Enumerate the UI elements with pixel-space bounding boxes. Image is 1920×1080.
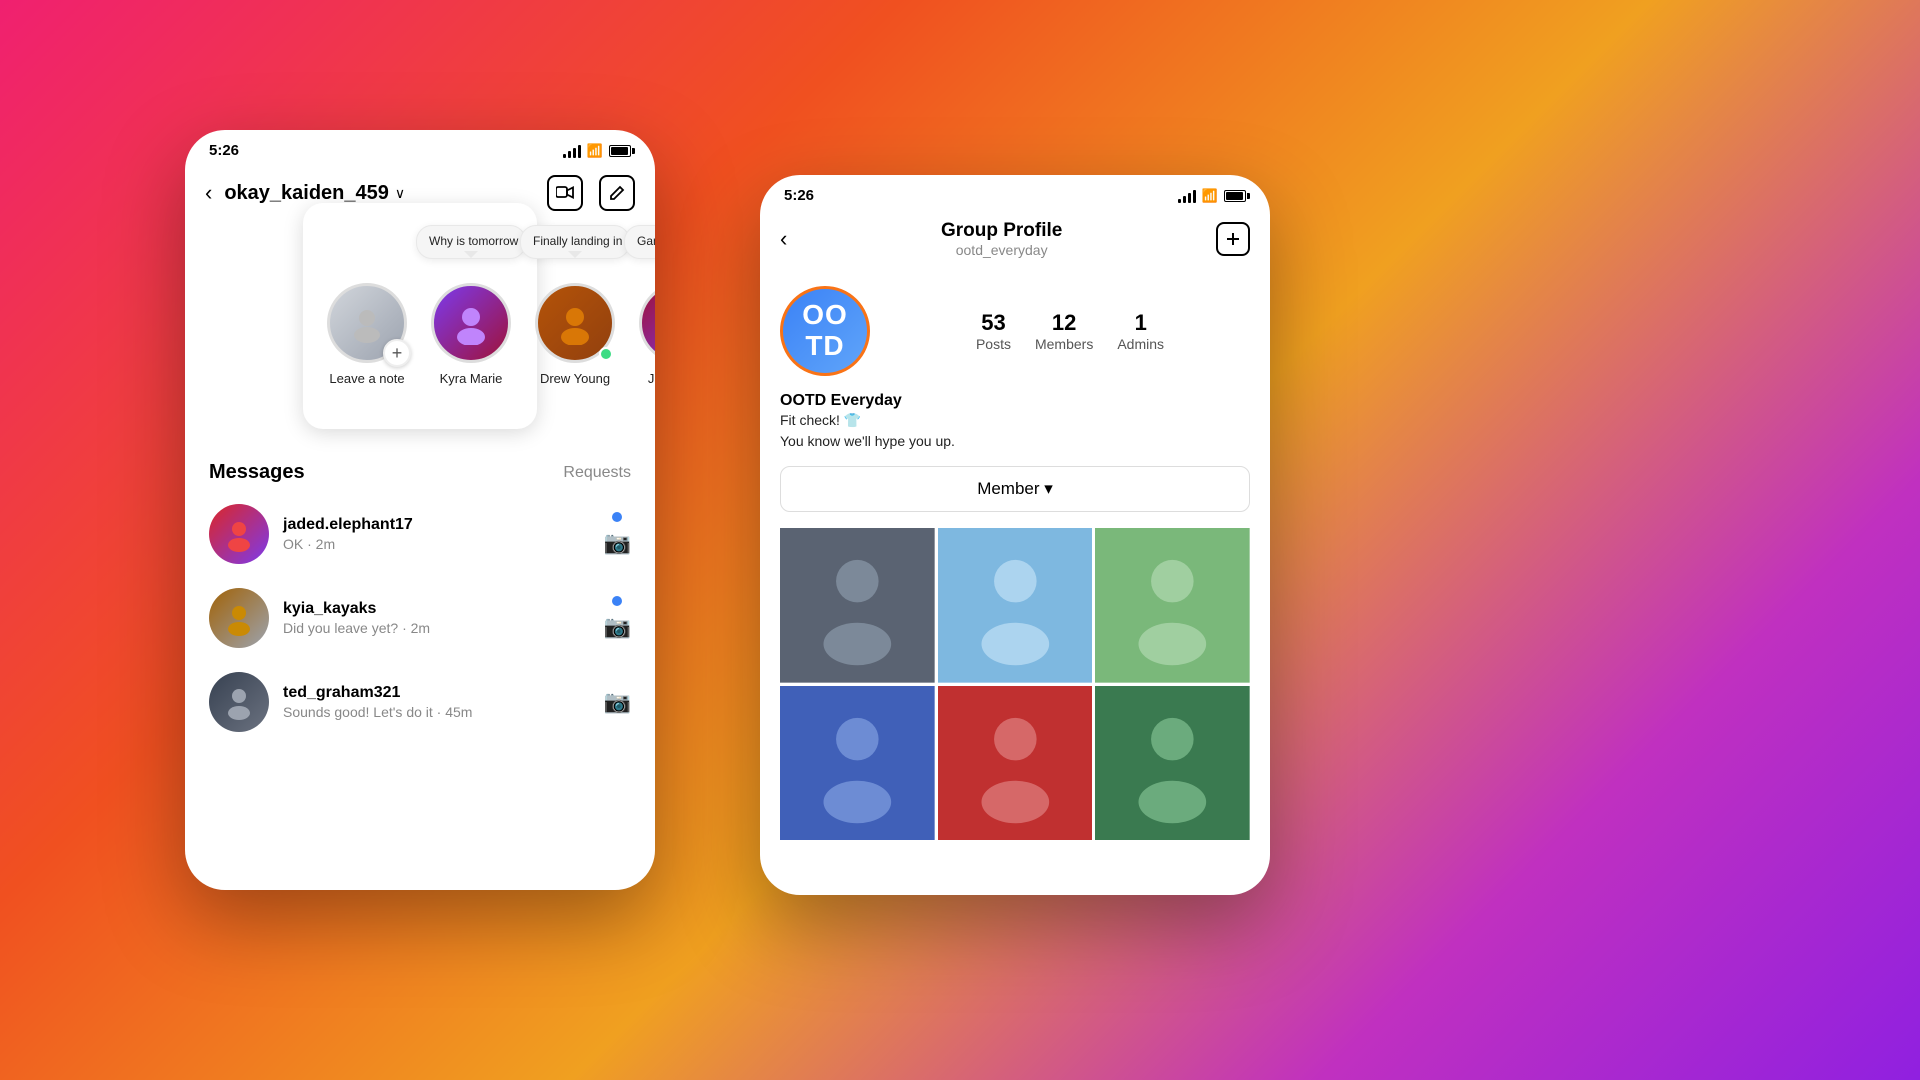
message-item-ted[interactable]: ted_graham321 Sounds good! Let's do it ·… [197, 660, 643, 744]
photo-3[interactable] [1095, 528, 1250, 683]
time-right: 5:26 [784, 187, 814, 204]
jac-note-bubble: Game night this weekend? 🎱 [624, 225, 655, 259]
message-right-elephant: 📷 [604, 512, 631, 556]
drew-online-indicator [599, 347, 613, 361]
story-self[interactable]: + Leave a note [327, 283, 407, 386]
story-self-label: Leave a note [329, 371, 404, 386]
chevron-down-icon: ∨ [395, 185, 405, 202]
status-bar-right: 5:26 📶 [760, 175, 1270, 212]
header-icons [547, 175, 635, 211]
signal-icon [563, 144, 581, 158]
drew-note-bubble: Finally landing in NYC! ❤️ [520, 225, 630, 259]
message-content-ted: ted_graham321 Sounds good! Let's do it ·… [283, 684, 590, 720]
left-phone: 5:26 📶 ‹ okay_kaiden_459 ∨ [185, 130, 655, 890]
back-button[interactable]: ‹ [205, 180, 212, 206]
message-content-kayaks: kyia_kayaks Did you leave yet? · 2m [283, 600, 590, 636]
username-group[interactable]: okay_kaiden_459 ∨ [224, 182, 535, 205]
msg-username-elephant: jaded.elephant17 [283, 516, 590, 534]
msg-username-kayaks: kyia_kayaks [283, 600, 590, 618]
bio-line-1: Fit check! 👕 [780, 410, 1250, 431]
wifi-icon-right: 📶 [1202, 188, 1218, 204]
back-button-right[interactable]: ‹ [780, 226, 787, 252]
group-subtitle: ootd_everyday [787, 242, 1216, 258]
right-phone: 5:26 📶 ‹ Group Profile ootd_everyday [760, 175, 1270, 895]
message-item-elephant[interactable]: jaded.elephant17 OK · 2m 📷 [197, 492, 643, 576]
story-drew-label: Drew Young [540, 371, 610, 386]
photo-grid [780, 528, 1250, 840]
story-jac-label: Jacqueline Lam [639, 371, 655, 401]
photo-6[interactable] [1095, 686, 1250, 841]
members-label: Members [1035, 336, 1093, 352]
battery-icon [609, 145, 631, 157]
group-profile-section: OO TD 53 Posts 12 Members 1 Admins [760, 270, 1270, 856]
group-title-wrap: Group Profile ootd_everyday [787, 220, 1216, 258]
members-count: 12 [1052, 310, 1076, 336]
edit-button[interactable] [599, 175, 635, 211]
status-icons-right: 📶 [1178, 188, 1246, 204]
right-header: ‹ Group Profile ootd_everyday [760, 212, 1270, 270]
msg-preview-elephant: OK · 2m [283, 536, 590, 552]
bio-section: OOTD Everyday Fit check! 👕 You know we'l… [780, 392, 1250, 452]
msg-preview-ted: Sounds good! Let's do it · 45m [283, 704, 590, 720]
signal-icon-right [1178, 189, 1196, 203]
wifi-icon: 📶 [587, 143, 603, 159]
camera-icon-2[interactable]: 📷 [604, 614, 631, 640]
battery-icon-right [1224, 190, 1246, 202]
story-drew[interactable]: Finally landing in NYC! ❤️ Drew Young [535, 283, 615, 386]
stats-row: 53 Posts 12 Members 1 Admins [890, 310, 1250, 352]
status-bar-left: 5:26 📶 [185, 130, 655, 167]
stories-strip: + Leave a note Why is tomorrow Monday!? … [303, 203, 537, 429]
bio-line-2: You know we'll hype you up. [780, 431, 1250, 452]
story-kyra-label: Kyra Marie [440, 371, 503, 386]
time-left: 5:26 [209, 142, 239, 159]
story-jac[interactable]: Game night this weekend? 🎱 Jacqueline La… [639, 283, 655, 401]
requests-link[interactable]: Requests [563, 464, 631, 482]
profile-row: OO TD 53 Posts 12 Members 1 Admins [780, 286, 1250, 376]
status-icons-left: 📶 [563, 143, 631, 159]
kyra-note-bubble: Why is tomorrow Monday!? 😩 [416, 225, 526, 259]
admins-label: Admins [1117, 336, 1164, 352]
msg-preview-kayaks: Did you leave yet? · 2m [283, 620, 590, 636]
stories-row: + Leave a note Why is tomorrow Monday!? … [327, 283, 513, 401]
add-note-button[interactable]: + [383, 339, 411, 367]
msg-username-ted: ted_graham321 [283, 684, 590, 702]
group-title: Group Profile [787, 220, 1216, 242]
camera-icon[interactable]: 📷 [604, 530, 631, 556]
stat-admins: 1 Admins [1117, 310, 1164, 352]
message-list: jaded.elephant17 OK · 2m 📷 kyia_kayaks D… [185, 492, 655, 744]
add-to-group-button[interactable] [1216, 222, 1250, 256]
camera-icon-3[interactable]: 📷 [604, 689, 631, 715]
photo-2[interactable] [938, 528, 1093, 683]
video-call-button[interactable] [547, 175, 583, 211]
member-button[interactable]: Member ▾ [780, 466, 1250, 512]
group-bio-name: OOTD Everyday [780, 392, 1250, 410]
unread-dot-kayaks [612, 596, 622, 606]
message-item-kayaks[interactable]: kyia_kayaks Did you leave yet? · 2m 📷 [197, 576, 643, 660]
messages-header: Messages Requests [185, 449, 655, 492]
stat-members: 12 Members [1035, 310, 1093, 352]
message-right-ted: 📷 [604, 689, 631, 715]
message-right-kayaks: 📷 [604, 596, 631, 640]
message-content-elephant: jaded.elephant17 OK · 2m [283, 516, 590, 552]
group-avatar: OO TD [780, 286, 870, 376]
username-text: okay_kaiden_459 [224, 182, 389, 205]
posts-label: Posts [976, 336, 1011, 352]
messages-title: Messages [209, 461, 305, 484]
photo-1[interactable] [780, 528, 935, 683]
posts-count: 53 [981, 310, 1005, 336]
stat-posts: 53 Posts [976, 310, 1011, 352]
admins-count: 1 [1135, 310, 1147, 336]
unread-dot-elephant [612, 512, 622, 522]
photo-5[interactable] [938, 686, 1093, 841]
photo-4[interactable] [780, 686, 935, 841]
story-kyra[interactable]: Why is tomorrow Monday!? 😩 Kyra Marie [431, 283, 511, 386]
